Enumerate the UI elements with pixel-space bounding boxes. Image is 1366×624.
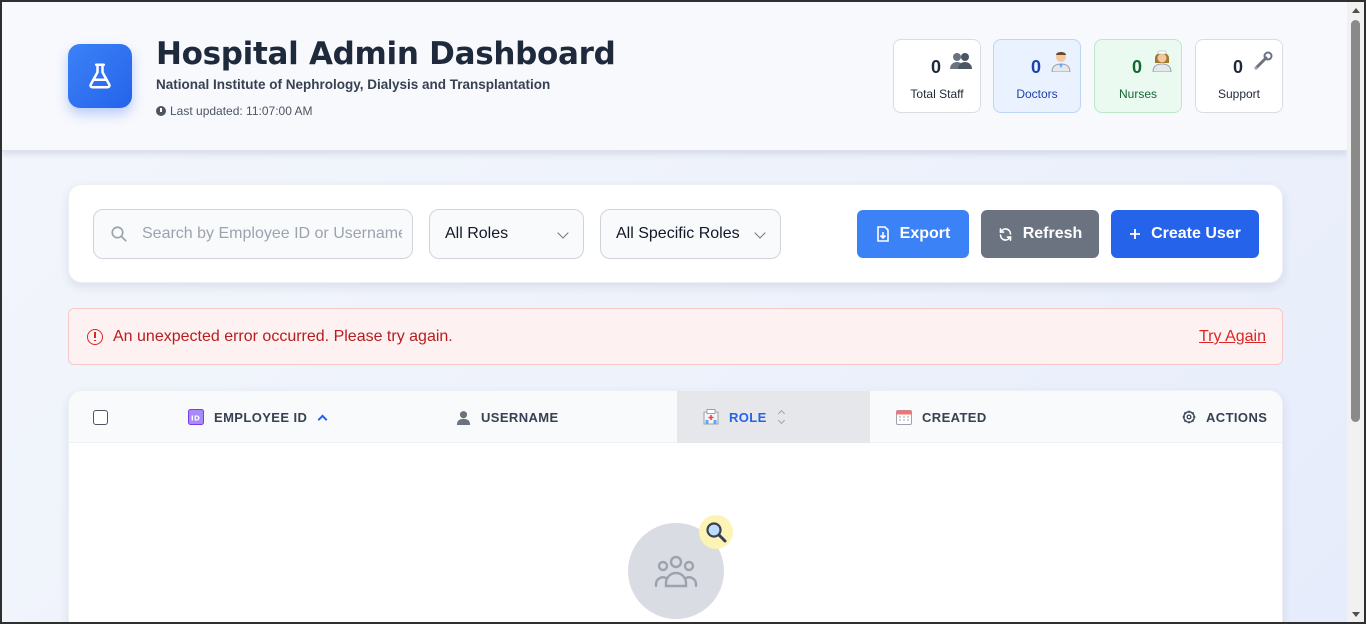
error-alert: An unexpected error occurred. Please try… — [68, 308, 1283, 365]
export-button[interactable]: Export — [857, 210, 969, 258]
column-created[interactable]: CREATED — [896, 391, 987, 443]
stat-support: 0 Support — [1195, 39, 1283, 113]
dashboard-header: Hospital Admin Dashboard National Instit… — [2, 2, 1347, 151]
try-again-link[interactable]: Try Again — [1199, 328, 1266, 346]
chevron-down-icon — [754, 227, 766, 239]
export-file-icon — [876, 226, 889, 242]
specific-roles-select[interactable]: All Specific Roles — [600, 209, 781, 259]
refresh-label: Refresh — [1022, 225, 1083, 242]
stat-label: Nurses — [1118, 87, 1157, 101]
refresh-icon — [999, 227, 1012, 241]
search-input[interactable] — [142, 225, 402, 243]
column-label: CREATED — [922, 409, 987, 425]
column-role[interactable]: ROLE — [703, 391, 785, 443]
scroll-up-arrow[interactable] — [1347, 2, 1364, 18]
column-actions: ACTIONS — [1182, 391, 1267, 443]
column-label: ACTIONS — [1206, 409, 1268, 425]
column-label: EMPLOYEE ID — [214, 409, 308, 425]
svg-text:ID: ID — [191, 415, 200, 423]
id-card-icon: ID — [188, 409, 204, 425]
stat-value: 0 — [1131, 57, 1142, 77]
calendar-icon — [896, 410, 912, 425]
filter-toolbar: All Roles All Specific Roles Export Refr… — [68, 184, 1283, 283]
specific-roles-select-value: All Specific Roles — [616, 225, 740, 242]
create-user-button[interactable]: Create User — [1111, 210, 1259, 258]
stat-total-staff: 0 Total Staff — [893, 39, 981, 113]
stat-label: Total Staff — [910, 87, 964, 101]
roles-select-value: All Roles — [445, 225, 509, 242]
export-label: Export — [899, 225, 951, 242]
select-all-checkbox[interactable] — [93, 410, 108, 425]
gear-icon — [1182, 410, 1196, 424]
stat-label: Doctors — [1016, 87, 1058, 101]
column-employee-id[interactable]: ID EMPLOYEE ID — [188, 391, 328, 443]
hospital-icon — [703, 409, 719, 425]
stat-label: Support — [1217, 87, 1261, 101]
stat-value: 0 — [1030, 57, 1041, 77]
page-title: Hospital Admin Dashboard — [156, 36, 616, 72]
last-updated: Last updated: 11:07:00 AM — [156, 104, 313, 118]
scroll-thumb[interactable] — [1351, 20, 1360, 422]
clock-icon — [156, 106, 166, 116]
search-box[interactable] — [93, 209, 413, 259]
sort-ascending-icon — [317, 414, 328, 424]
stat-value: 0 — [930, 57, 941, 77]
magnifier-icon — [699, 515, 733, 549]
sort-both-icon — [777, 409, 785, 425]
flask-icon — [68, 44, 132, 108]
search-icon — [111, 226, 127, 242]
vertical-scrollbar[interactable] — [1347, 2, 1364, 622]
user-icon — [456, 410, 471, 425]
institute-name: National Institute of Nephrology, Dialys… — [156, 77, 551, 92]
scroll-down-arrow[interactable] — [1347, 606, 1364, 622]
stat-nurses: 0 Nurses — [1094, 39, 1182, 113]
column-label: USERNAME — [481, 409, 559, 425]
alert-circle-icon — [87, 328, 103, 345]
last-updated-text: Last updated: 11:07:00 AM — [170, 104, 313, 118]
create-user-label: Create User — [1151, 225, 1241, 242]
chevron-down-icon — [557, 227, 569, 239]
error-message: An unexpected error occurred. Please try… — [113, 327, 453, 345]
roles-select[interactable]: All Roles — [429, 209, 584, 259]
table-header: ID EMPLOYEE ID USERNAME ROLE CREATED ACT… — [69, 391, 1282, 443]
stat-value: 0 — [1232, 57, 1243, 77]
refresh-button[interactable]: Refresh — [981, 210, 1099, 258]
users-table: ID EMPLOYEE ID USERNAME ROLE CREATED ACT… — [68, 390, 1283, 624]
stat-doctors: 0 Doctors — [993, 39, 1081, 113]
column-username[interactable]: USERNAME — [456, 391, 559, 443]
plus-icon — [1130, 229, 1141, 239]
column-label: ROLE — [729, 409, 767, 425]
